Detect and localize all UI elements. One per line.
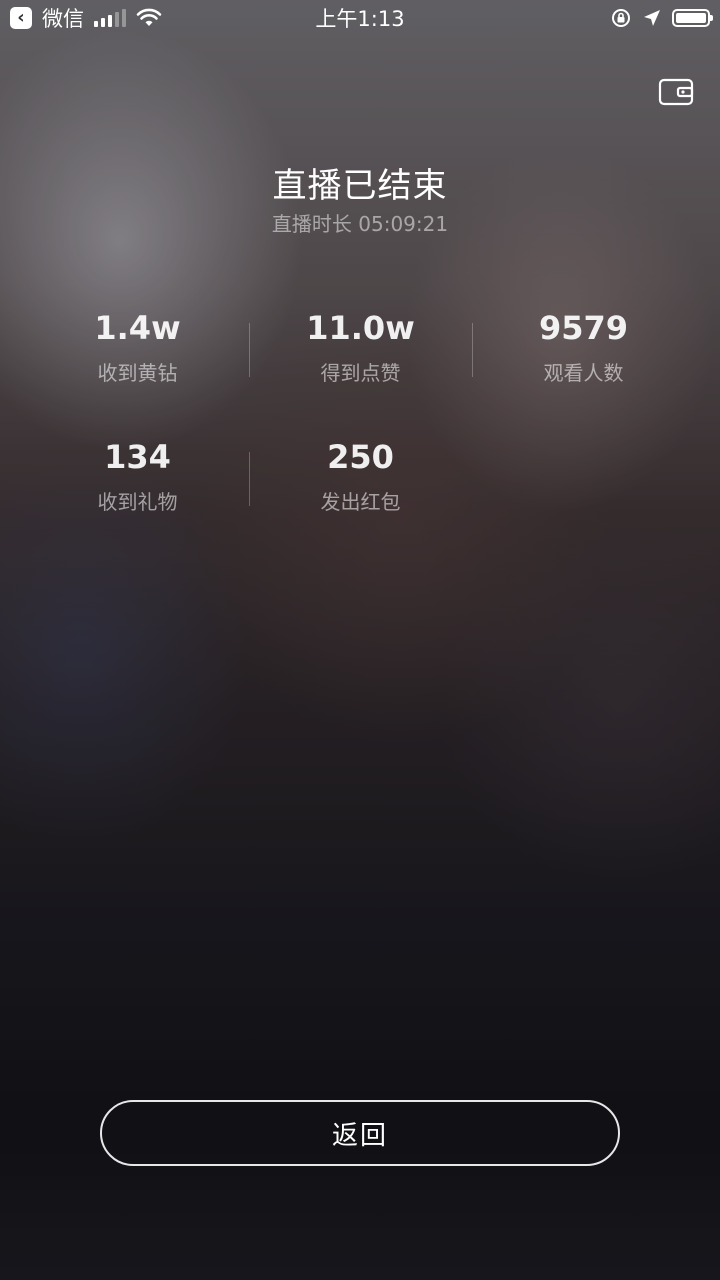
battery-icon	[672, 9, 713, 27]
stat-viewers: 9579 观看人数	[472, 308, 695, 388]
stat-value: 11.0w	[306, 309, 415, 347]
stat-label: 得到点赞	[320, 361, 401, 385]
stat-yellow-diamonds: 1.4w 收到黄钻	[26, 308, 249, 388]
stat-likes: 11.0w 得到点赞	[249, 308, 472, 388]
live-duration: 直播时长 05:09:21	[0, 208, 720, 237]
stat-label: 收到礼物	[97, 490, 178, 514]
stat-label: 发出红包	[320, 490, 401, 514]
back-to-app-icon[interactable]: ‹	[10, 7, 32, 29]
location-icon	[644, 10, 660, 26]
stat-gifts: 134 收到礼物	[26, 437, 249, 517]
stat-value: 9579	[538, 309, 629, 347]
duration-label: 直播时长	[271, 212, 352, 236]
signal-icon	[94, 9, 126, 27]
back-app-label[interactable]: 微信	[42, 3, 84, 33]
stat-value: 1.4w	[94, 309, 181, 347]
wallet-icon[interactable]	[658, 76, 696, 108]
stat-red-packets: 250 发出红包	[249, 437, 472, 517]
status-bar-right	[610, 7, 713, 29]
return-button[interactable]: 返回	[100, 1100, 620, 1166]
stat-label: 收到黄钻	[97, 361, 178, 385]
stat-value: 250	[327, 438, 394, 476]
page-title: 直播已结束	[272, 166, 448, 206]
duration-value: 05:09:21	[358, 212, 449, 236]
status-bar: ‹ 微信 上午1:13	[0, 0, 720, 36]
orientation-lock-icon	[612, 9, 630, 27]
return-button-label: 返回	[331, 1120, 388, 1151]
status-bar-left: ‹ 微信	[10, 3, 162, 33]
stat-value: 134	[104, 438, 171, 476]
wifi-icon	[136, 8, 162, 26]
stat-label: 观看人数	[543, 361, 624, 385]
